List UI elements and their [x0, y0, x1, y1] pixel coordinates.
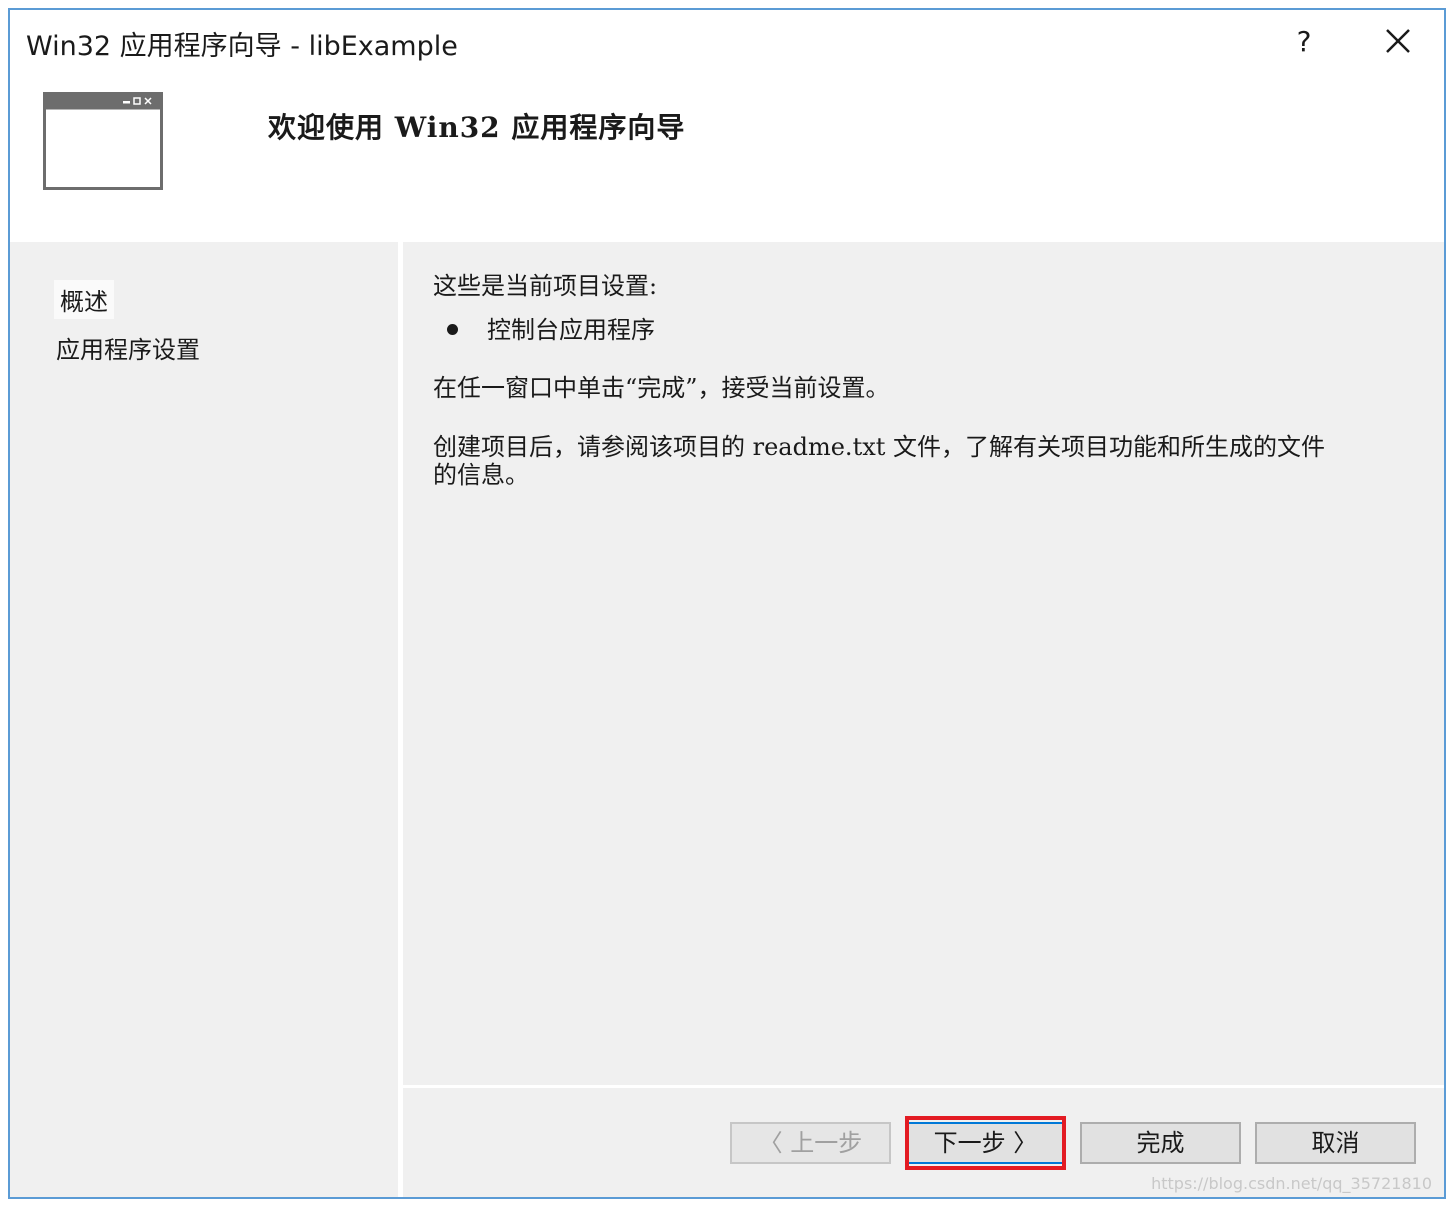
next-button[interactable]: 下一步 〉: [905, 1122, 1066, 1164]
help-button[interactable]: ?: [1282, 20, 1326, 64]
watermark: https://blog.csdn.net/qq_35721810: [1151, 1174, 1432, 1193]
nav-pane: 概述 应用程序设置: [10, 242, 398, 1197]
close-icon: [1386, 29, 1410, 53]
close-button[interactable]: [1372, 20, 1424, 64]
wizard-title: 欢迎使用 Win32 应用程序向导: [268, 111, 686, 144]
window-icon: [43, 92, 163, 190]
wizard-dialog: Win32 应用程序向导 - libExample ? 欢迎使用 Win32 应…: [8, 8, 1446, 1199]
finish-hint: 在任一窗口中单击“完成”，接受当前设置。: [433, 374, 890, 402]
finish-button[interactable]: 完成: [1080, 1122, 1241, 1164]
readme-hint-line2: 的信息。: [433, 461, 529, 489]
nav-item-overview[interactable]: 概述: [54, 280, 114, 319]
button-bar: 〈 上一步 下一步 〉 完成 取消 https://blog.csdn.net/…: [403, 1088, 1444, 1197]
setting-item: 控制台应用程序: [487, 316, 655, 344]
wizard-header: 欢迎使用 Win32 应用程序向导: [10, 72, 1444, 242]
title-bar: Win32 应用程序向导 - libExample ?: [10, 10, 1444, 72]
cancel-button[interactable]: 取消: [1255, 1122, 1416, 1164]
bullet-icon: [447, 324, 458, 335]
prev-button[interactable]: 〈 上一步: [730, 1122, 891, 1164]
readme-hint-line1: 创建项目后，请参阅该项目的 readme.txt 文件，了解有关项目功能和所生成…: [433, 433, 1326, 461]
content-pane: 这些是当前项目设置: 控制台应用程序 在任一窗口中单击“完成”，接受当前设置。 …: [403, 242, 1444, 1085]
window-title: Win32 应用程序向导 - libExample: [26, 31, 458, 62]
settings-intro: 这些是当前项目设置:: [433, 272, 658, 300]
nav-item-app-settings[interactable]: 应用程序设置: [56, 330, 200, 365]
